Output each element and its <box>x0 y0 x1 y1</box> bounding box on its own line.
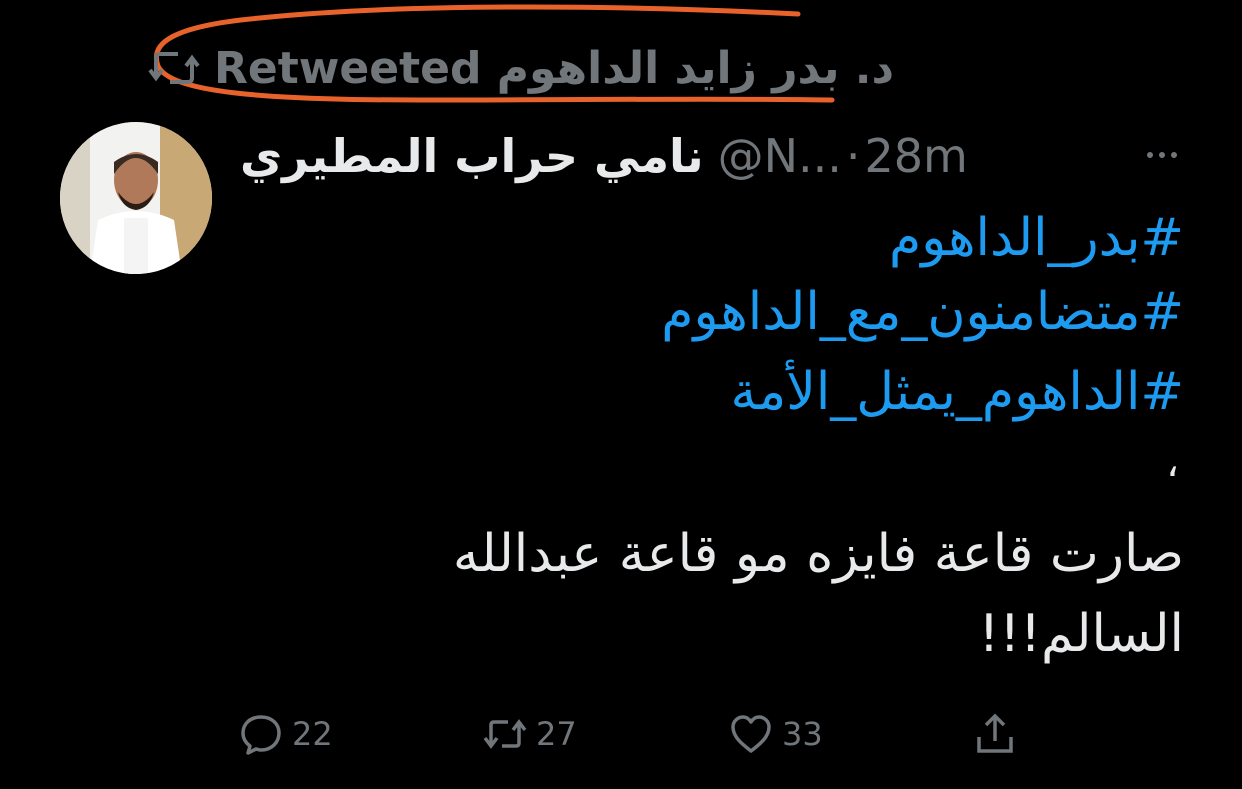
avatar[interactable] <box>60 122 212 274</box>
heart-icon <box>731 715 771 753</box>
hashtag-link[interactable]: #بدر_الداهوم <box>889 208 1184 268</box>
share-icon <box>977 713 1013 753</box>
more-icon[interactable] <box>1142 140 1182 170</box>
hashtag-link[interactable]: #متضامنون_مع_الداهوم <box>661 282 1184 342</box>
retweet-icon <box>148 52 200 84</box>
tweet[interactable]: د. بدر زايد الداهوم Retweeted نامي حراب … <box>0 0 1242 789</box>
timestamp[interactable]: 28m <box>865 129 968 183</box>
action-bar: 22 27 33 <box>238 706 1038 762</box>
tweet-text-line: صارت قاعة فايزه مو قاعة عبدالله <box>452 524 1184 584</box>
separator-dot: · <box>845 129 861 183</box>
retweet-button[interactable]: 27 <box>482 706 577 762</box>
hashtag-link[interactable]: #الداهوم_يمثل_الأمة <box>730 362 1184 422</box>
reply-count: 22 <box>292 715 333 753</box>
share-button[interactable] <box>972 706 1026 762</box>
like-button[interactable]: 33 <box>728 706 823 762</box>
display-name[interactable]: نامي حراب المطيري <box>240 129 704 183</box>
reply-icon <box>241 715 281 755</box>
like-count: 33 <box>782 715 823 753</box>
tweet-text-line: السالم!!! <box>978 604 1184 664</box>
reply-button[interactable]: 22 <box>238 706 333 762</box>
avatar-photo <box>60 122 212 274</box>
retweet-label: د. بدر زايد الداهوم Retweeted <box>214 42 895 94</box>
author-row: نامي حراب المطيري @N... · 28m <box>240 124 1170 188</box>
author-handle[interactable]: @N... <box>718 129 842 183</box>
retweet-header[interactable]: د. بدر زايد الداهوم Retweeted <box>148 38 894 98</box>
retweet-icon <box>483 719 527 749</box>
tweet-comma: ، <box>1166 440 1179 486</box>
retweet-count: 27 <box>536 715 577 753</box>
